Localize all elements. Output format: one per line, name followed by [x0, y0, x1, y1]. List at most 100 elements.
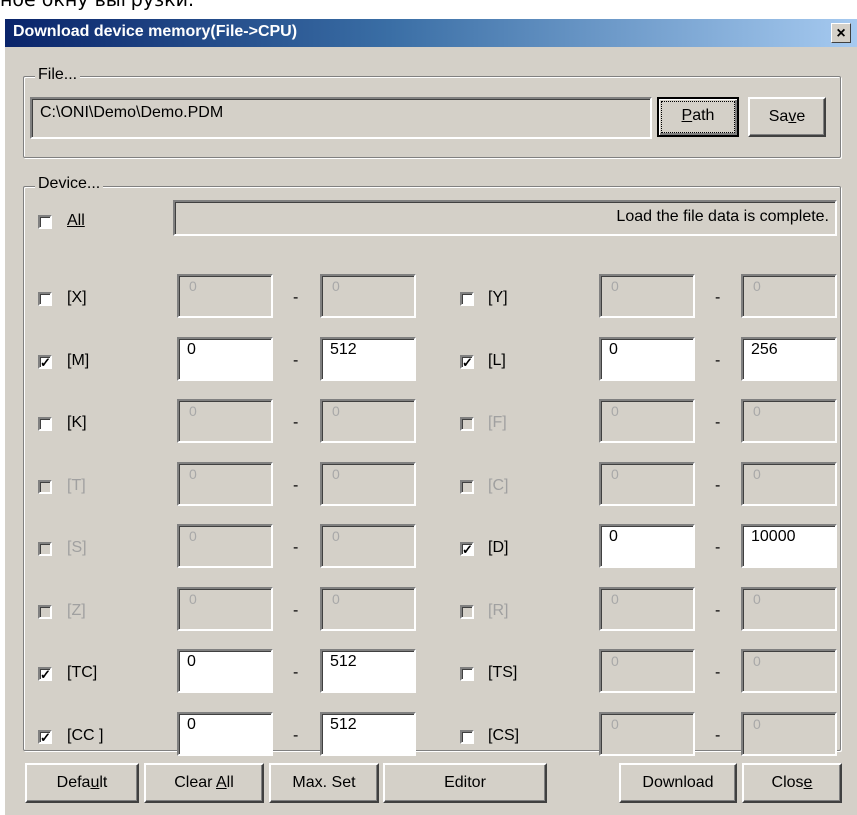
cc-to-value: 512 [330, 716, 357, 733]
t-from-value: 0 [189, 466, 197, 482]
k-to-value: 0 [332, 403, 340, 419]
y-from-value: 0 [611, 278, 619, 294]
all-label: All [67, 212, 85, 229]
l-from-input[interactable]: 0 [599, 337, 695, 381]
d-to-input[interactable]: 10000 [741, 524, 837, 568]
checkbox-cc[interactable]: ✓ [38, 730, 52, 744]
z-to-value: 0 [332, 591, 340, 607]
cc-from-input[interactable]: 0 [177, 712, 273, 756]
z-to-input: 0 [320, 587, 416, 631]
range-separator: - [293, 602, 299, 619]
cs-from-input: 0 [599, 712, 695, 756]
title-bar[interactable]: Download device memory(File->CPU) × [5, 19, 857, 47]
check-mark-icon: ✓ [462, 542, 473, 557]
range-separator: - [293, 664, 299, 681]
label-f: [F] [488, 414, 507, 431]
checkbox-tc[interactable]: ✓ [38, 667, 52, 681]
close-button[interactable]: Close [742, 763, 842, 803]
file-path-field[interactable]: C:\ONI\Demo\Demo.PDM [30, 97, 652, 139]
c-from-value: 0 [611, 466, 619, 482]
editor-button-label: Editor [444, 774, 486, 791]
editor-button[interactable]: Editor [383, 763, 547, 803]
label-c: [C] [488, 477, 509, 494]
range-separator: - [293, 727, 299, 744]
label-r: [R] [488, 602, 509, 619]
checkbox-d[interactable]: ✓ [460, 542, 474, 556]
default-button-label: Default [56, 774, 108, 791]
l-to-input[interactable]: 256 [741, 337, 837, 381]
range-separator: - [293, 414, 299, 431]
s-from-value: 0 [189, 528, 197, 544]
r-to-value: 0 [753, 591, 761, 607]
path-button-label: Path [681, 107, 715, 124]
f-to-value: 0 [753, 403, 761, 419]
range-separator: - [293, 289, 299, 306]
label-y: [Y] [488, 289, 508, 306]
download-dialog: Download device memory(File->CPU) × File… [4, 18, 857, 815]
max-set-button[interactable]: Max. Set [269, 763, 379, 803]
range-separator: - [293, 539, 299, 556]
x-to-input: 0 [320, 274, 416, 318]
file-group-legend: File... [35, 66, 81, 84]
range-separator: - [715, 727, 721, 744]
download-button[interactable]: Download [619, 763, 737, 803]
k-from-input: 0 [177, 399, 273, 443]
y-to-value: 0 [753, 278, 761, 294]
download-button-label: Download [642, 774, 714, 791]
f-to-input: 0 [741, 399, 837, 443]
checkbox-m[interactable]: ✓ [38, 355, 52, 369]
device-group-legend: Device... [35, 175, 104, 193]
checkbox-k[interactable] [38, 417, 52, 431]
close-icon: × [836, 25, 846, 42]
label-z: [Z] [67, 602, 86, 619]
label-x: [X] [67, 289, 87, 306]
checkbox-z [38, 605, 52, 619]
tc-from-value: 0 [187, 653, 196, 670]
t-to-value: 0 [332, 466, 340, 482]
checkbox-c [460, 480, 474, 494]
d-to-value: 10000 [751, 528, 796, 545]
cc-to-input[interactable]: 512 [320, 712, 416, 756]
checkbox-cs[interactable] [460, 730, 474, 744]
checkbox-s [38, 542, 52, 556]
label-ts: [TS] [488, 664, 518, 681]
m-from-input[interactable]: 0 [177, 337, 273, 381]
checkbox-l[interactable]: ✓ [460, 355, 474, 369]
file-path-value: C:\ONI\Demo\Demo.PDM [40, 104, 224, 121]
range-separator: - [715, 289, 721, 306]
f-from-value: 0 [611, 403, 619, 419]
clear-all-button[interactable]: Clear All [144, 763, 264, 803]
dialog-title: Download device memory(File->CPU) [13, 23, 298, 40]
y-from-input: 0 [599, 274, 695, 318]
x-to-value: 0 [332, 278, 340, 294]
z-from-input: 0 [177, 587, 273, 631]
default-button[interactable]: Default [25, 763, 139, 803]
checkbox-y[interactable] [460, 292, 474, 306]
close-window-button[interactable]: × [831, 23, 851, 43]
check-mark-icon: ✓ [462, 355, 473, 370]
tc-to-value: 512 [330, 653, 357, 670]
background-caption: ное окну выгрузки. [0, 0, 195, 11]
r-from-input: 0 [599, 587, 695, 631]
checkbox-x[interactable] [38, 292, 52, 306]
label-k: [K] [67, 414, 87, 431]
range-separator: - [293, 477, 299, 494]
range-separator: - [715, 477, 721, 494]
save-button-label: Save [768, 108, 806, 125]
tc-to-input[interactable]: 512 [320, 649, 416, 693]
cs-to-value: 0 [753, 716, 761, 732]
check-mark-icon: ✓ [40, 355, 51, 370]
all-checkbox[interactable] [38, 215, 52, 229]
save-button[interactable]: Save [748, 97, 826, 137]
path-button[interactable]: Path [657, 97, 739, 137]
d-from-value: 0 [609, 528, 618, 545]
checkbox-ts[interactable] [460, 667, 474, 681]
d-from-input[interactable]: 0 [599, 524, 695, 568]
label-l: [L] [488, 352, 506, 369]
label-s: [S] [67, 539, 87, 556]
ts-to-value: 0 [753, 653, 761, 669]
range-separator: - [293, 352, 299, 369]
m-to-input[interactable]: 512 [320, 337, 416, 381]
tc-from-input[interactable]: 0 [177, 649, 273, 693]
c-to-value: 0 [753, 466, 761, 482]
